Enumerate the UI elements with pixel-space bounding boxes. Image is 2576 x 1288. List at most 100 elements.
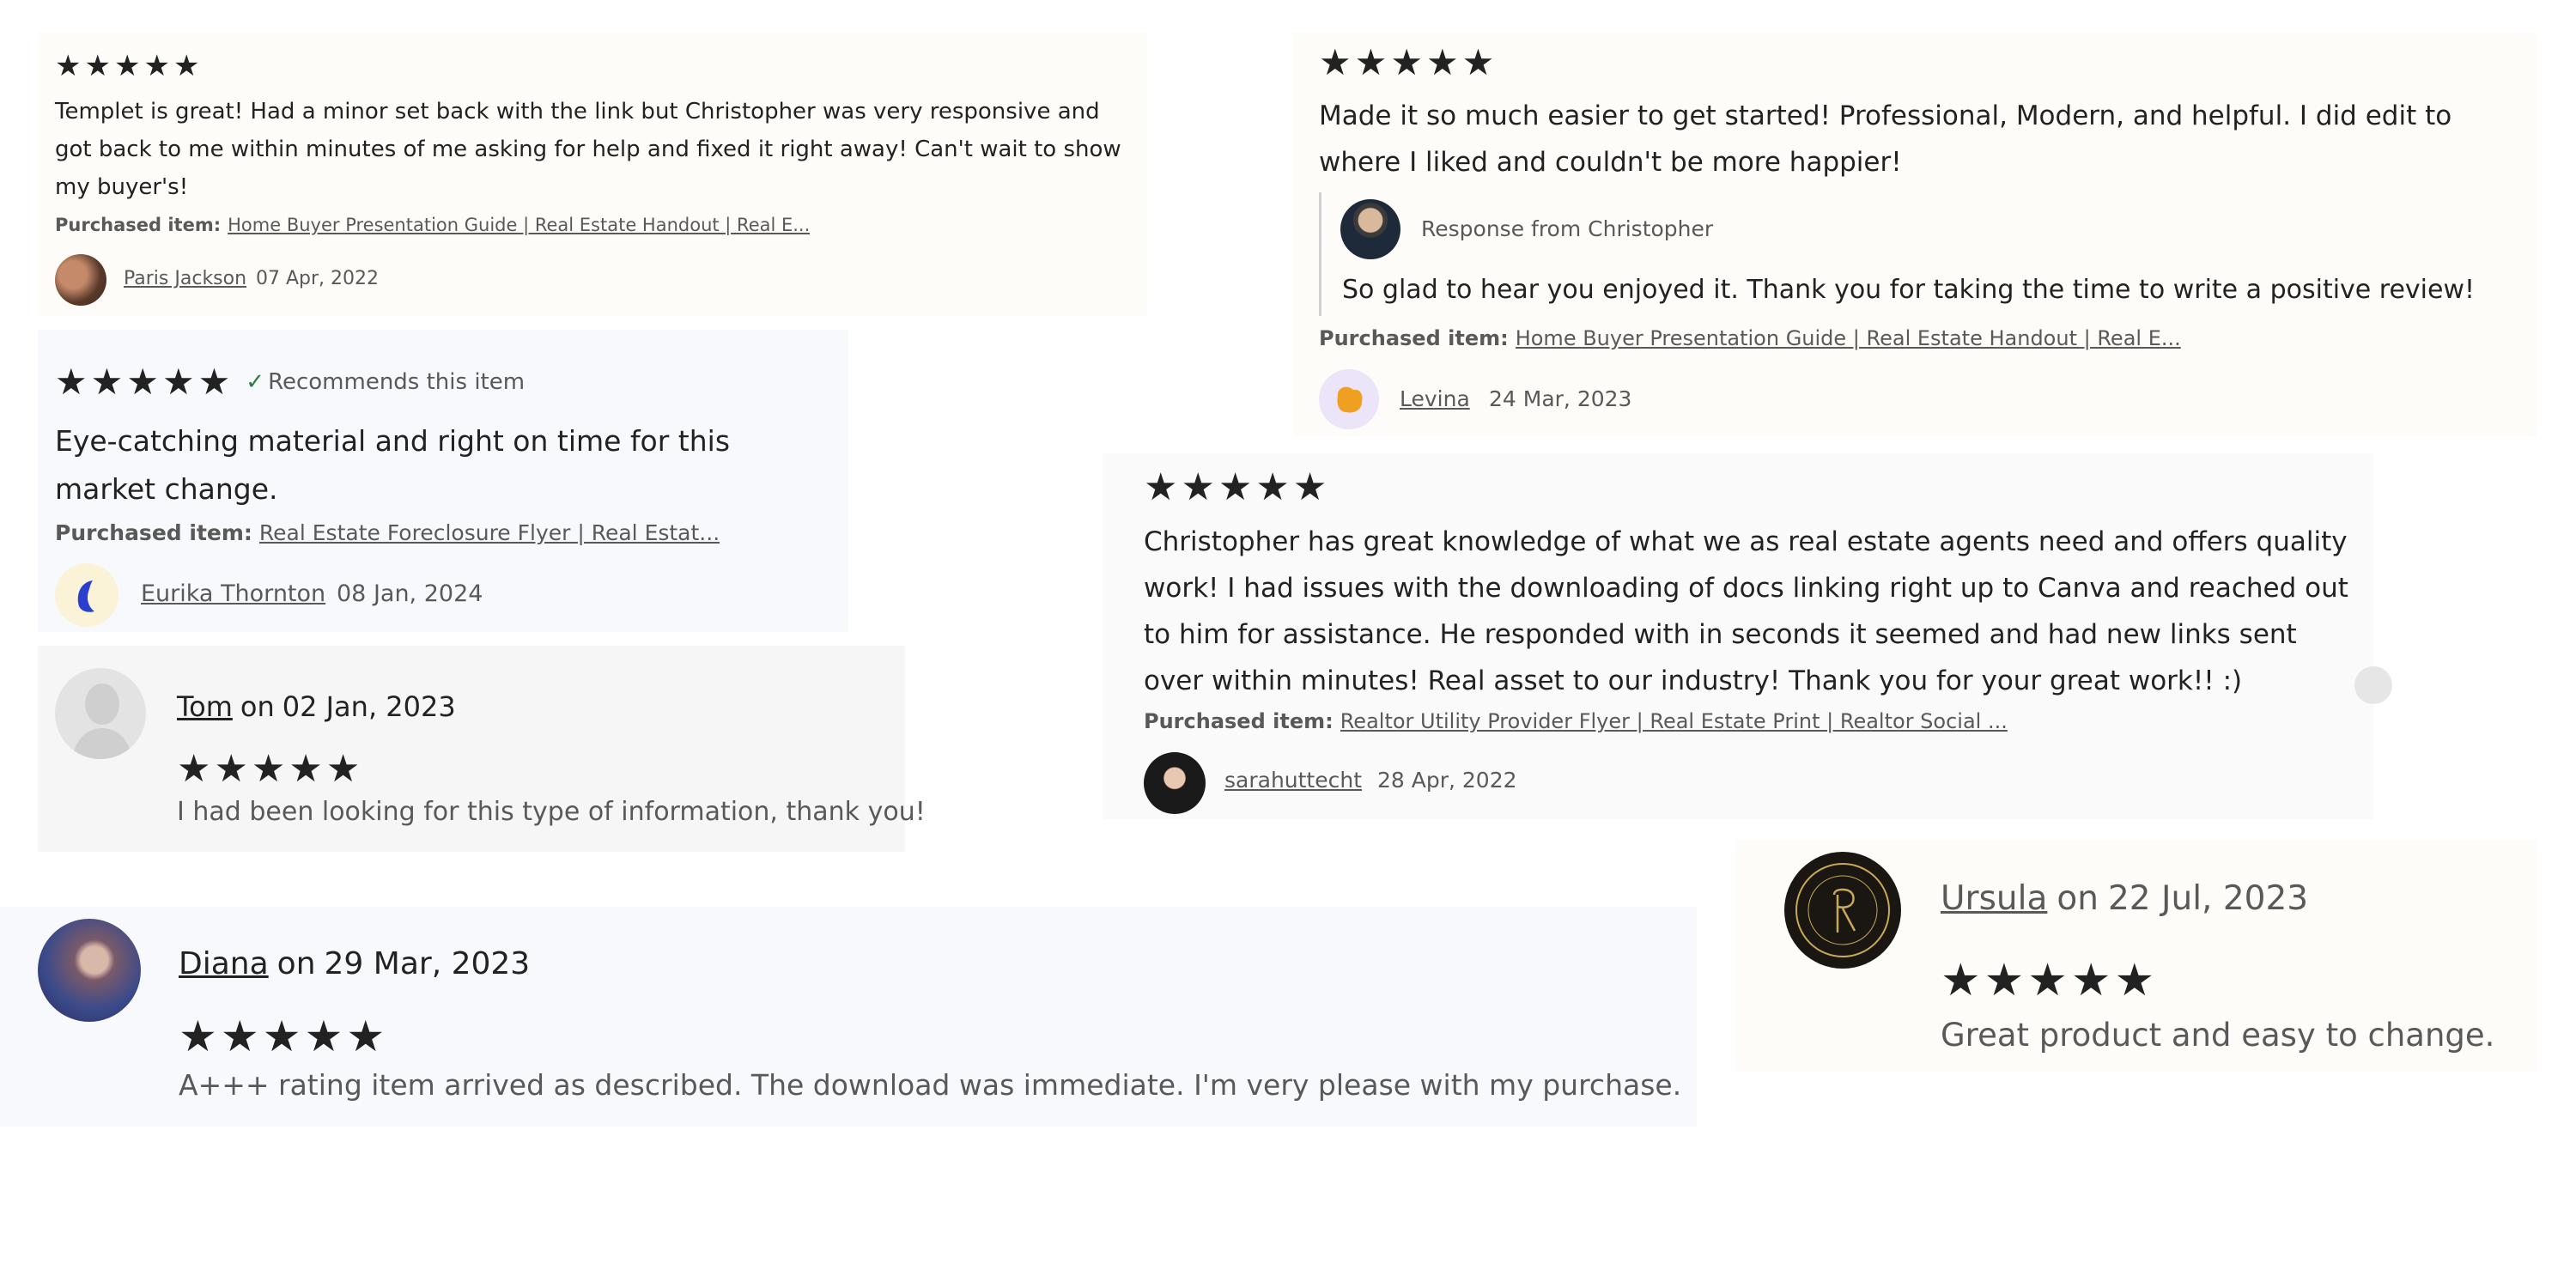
avatar [55,563,118,627]
default-avatar-icon [72,683,132,759]
star-icon: ★ [304,1012,343,1061]
star-icon: ★ [220,1012,259,1061]
review-text: I had been looking for this type of info… [177,797,926,827]
star-icon: ★ [262,1012,301,1061]
purchased-item: Purchased item: Realtor Utility Provider… [1144,709,2008,733]
purchased-item: Purchased item: Real Estate Foreclosure … [55,520,720,545]
on-label: on [240,690,275,723]
star-icon: ★ [143,49,170,83]
recommends-label: Recommends this item [268,369,526,395]
star-icon: ★ [251,747,286,791]
review-text: Made it so much easier to get started! P… [1319,100,2452,178]
blue-crescent-icon [77,580,94,612]
review-date: 02 Jan, 2023 [282,690,456,723]
response-from: Response from Christopher [1421,216,1714,241]
star-icon: ★ [126,361,159,403]
star-icon: ★ [177,747,211,791]
review-date: 08 Jan, 2024 [337,580,483,607]
rating-stars: ★ ★ ★ ★ ★ [1941,958,2154,1003]
rating-stars: ★ ★ ★ ★ ★ [55,364,230,400]
star-icon: ★ [197,361,231,403]
review-date: 22 Jul, 2023 [2107,879,2309,918]
purchased-label: Purchased item: [1144,709,1334,733]
star-icon: ★ [1181,465,1215,509]
reviewer-name[interactable]: Diana [179,946,269,981]
review-card-diana: Diana on 29 Mar, 2023 ★ ★ ★ ★ ★ A+++ rating … [0,907,1697,1127]
purchased-item-link[interactable]: Realtor Utility Provider Flyer | Real Es… [1340,709,2008,733]
avatar [1319,369,1379,429]
review-date: 07 Apr, 2022 [256,268,380,289]
on-label: on [2057,879,2099,918]
star-icon: ★ [55,361,88,403]
purchased-label: Purchased item: [1319,326,1509,350]
star-icon: ★ [214,747,248,791]
purchased-item-link[interactable]: Home Buyer Presentation Guide | Real Est… [228,215,810,235]
purchased-item-link[interactable]: Home Buyer Presentation Guide | Real Est… [1516,326,2181,350]
response-text: So glad to hear you enjoyed it. Thank yo… [1342,275,2476,305]
star-icon: ★ [179,1012,217,1061]
reviewer-name[interactable]: Levina [1400,386,1470,411]
star-icon: ★ [1144,465,1178,509]
review-card-paris: ★ ★ ★ ★ ★ Templet is great! Had a minor set … [38,33,1147,316]
review-card-tom: Tom on 02 Jan, 2023 ★ ★ ★ ★ ★ I had been loo… [38,646,926,852]
star-icon: ★ [173,49,200,83]
review-text: Eye-catching material and right on time … [55,424,731,506]
review-date: 29 Mar, 2023 [324,946,531,981]
star-icon: ★ [1255,465,1290,509]
review-text: Christopher has great knowledge of what … [1144,526,2348,696]
star-icon: ★ [2114,955,2155,1006]
monogram-logo-icon [1795,863,1890,957]
star-icon: ★ [161,361,195,403]
review-text: A+++ rating item arrived as described. T… [179,1068,1682,1102]
rating-stars: ★ ★ ★ ★ ★ [179,1015,385,1058]
review-card-ursula: Ursula on 22 Jul, 2023 ★ ★ ★ ★ ★ Great produ… [1736,840,2537,1072]
avatar [55,254,106,306]
star-icon: ★ [113,49,141,83]
star-icon: ★ [325,747,361,791]
star-icon: ★ [1292,465,1327,509]
rating-stars: ★ ★ ★ ★ ★ [1144,469,1327,507]
review-text: Templet is great! Had a minor set back w… [55,99,1121,200]
star-icon: ★ [2070,955,2111,1006]
star-icon: ★ [346,1012,386,1061]
star-icon: ★ [90,361,124,403]
avatar [1144,752,1206,814]
star-icon: ★ [84,49,111,83]
carousel-next-button[interactable] [2354,666,2392,704]
star-icon: ★ [1984,955,2025,1006]
purchased-item: Purchased item: Home Buyer Presentation … [55,215,810,235]
purchased-item-link[interactable]: Real Estate Foreclosure Flyer | Real Est… [259,520,720,545]
star-icon: ★ [1354,41,1388,83]
star-icon: ★ [1218,465,1253,509]
avatar [55,668,146,759]
review-date: 24 Mar, 2023 [1489,386,1632,411]
purchased-label: Purchased item: [55,520,252,545]
review-text: Great product and easy to change. [1941,1017,2495,1054]
check-icon: ✓ [246,369,265,395]
reviewer-name[interactable]: Eurika Thornton [141,580,325,607]
reviewer-name[interactable]: Tom [177,690,233,723]
reviewer-name[interactable]: sarahuttecht [1224,768,1362,793]
rating-stars: ★ ★ ★ ★ ★ [1319,45,1494,81]
review-card-eurika: ★ ★ ★ ★ ★ ✓ Recommends this item Eye-catchin… [38,330,848,632]
avatar [1784,852,1901,969]
reviewer-name[interactable]: Paris Jackson [124,268,246,289]
avatar [38,919,141,1022]
rating-stars: ★ ★ ★ ★ ★ [177,750,360,788]
purchased-item: Purchased item: Home Buyer Presentation … [1319,326,2181,350]
star-icon: ★ [1941,955,1981,1006]
purchased-label: Purchased item: [55,215,222,235]
review-card-sarahuttecht: ★ ★ ★ ★ ★ Christopher has great knowledge of… [1103,453,2392,819]
seller-avatar [1340,199,1400,259]
star-icon: ★ [1461,41,1495,83]
star-icon: ★ [2027,955,2068,1006]
seller-response: Response from Christopher So glad to hea… [1319,192,2524,316]
star-icon: ★ [55,49,82,83]
reviewer-name[interactable]: Ursula [1941,879,2047,918]
star-icon: ★ [1425,41,1459,83]
star-icon: ★ [1319,41,1352,83]
review-date: 28 Apr, 2022 [1377,768,1517,793]
on-label: on [276,946,316,981]
orange-blob-icon [1337,386,1363,413]
star-icon: ★ [289,747,323,791]
